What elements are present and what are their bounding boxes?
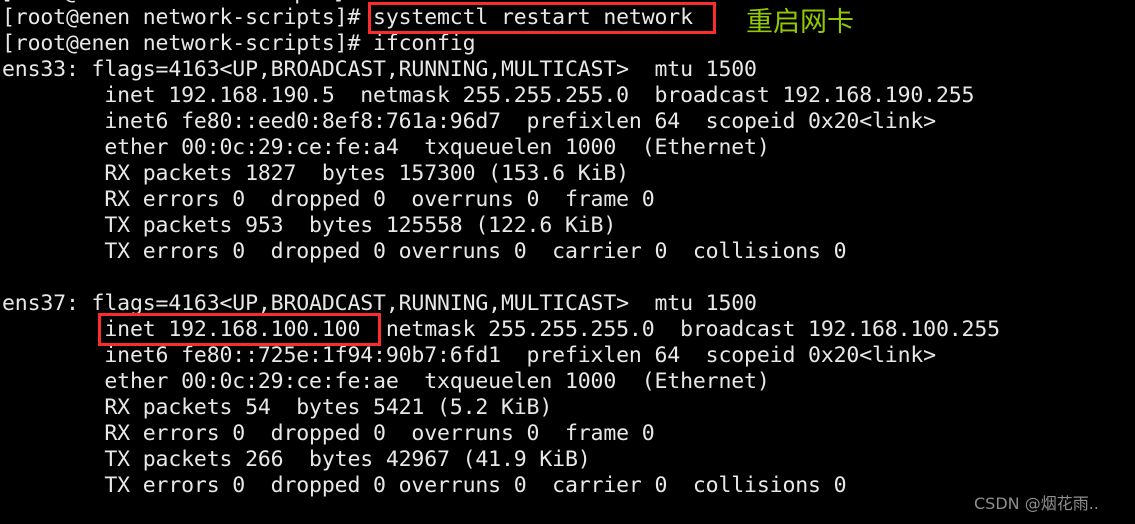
terminal-line: RX errors 0 dropped 0 overruns 0 frame 0 — [2, 421, 655, 446]
terminal-line: RX packets 54 bytes 5421 (5.2 KiB) — [2, 395, 553, 420]
terminal-line: ether 00:0c:29:ce:fe:a4 txqueuelen 1000 … — [2, 135, 770, 160]
terminal-line: inet 192.168.190.5 netmask 255.255.255.0… — [2, 83, 975, 108]
terminal-line: ether 00:0c:29:ce:fe:ae txqueuelen 1000 … — [2, 369, 770, 394]
terminal-line: ens33: flags=4163<UP,BROADCAST,RUNNING,M… — [2, 57, 757, 82]
annotation-note-restart-nic: 重启网卡 — [746, 7, 854, 38]
terminal-line: inet 192.168.100.100 netmask 255.255.255… — [2, 317, 1000, 342]
terminal-line: [root@enen network-scripts]# ifconfig — [2, 31, 476, 56]
terminal-line: [root@enen network-scripts]# systemctl r… — [2, 5, 693, 30]
terminal-line: RX packets 1827 bytes 157300 (153.6 KiB) — [2, 161, 629, 186]
terminal-line: inet6 fe80::725e:1f94:90b7:6fd1 prefixle… — [2, 343, 936, 368]
terminal-line: TX packets 266 bytes 42967 (41.9 KiB) — [2, 447, 591, 472]
terminal-line: TX errors 0 dropped 0 overruns 0 carrier… — [2, 239, 847, 264]
csdn-watermark: CSDN @烟花雨.. — [974, 494, 1099, 513]
terminal-line: ens37: flags=4163<UP,BROADCAST,RUNNING,M… — [2, 291, 757, 316]
terminal-line: TX packets 953 bytes 125558 (122.6 KiB) — [2, 213, 617, 238]
terminal-line: inet6 fe80::eed0:8ef8:761a:96d7 prefixle… — [2, 109, 936, 134]
terminal-line: RX errors 0 dropped 0 overruns 0 frame 0 — [2, 187, 655, 212]
terminal-screenshot: [root@enen network-scripts]# [root@enen … — [0, 0, 1135, 524]
terminal-window[interactable]: [root@enen network-scripts]# [root@enen … — [0, 0, 1135, 524]
terminal-line: TX errors 0 dropped 0 overruns 0 carrier… — [2, 473, 847, 498]
